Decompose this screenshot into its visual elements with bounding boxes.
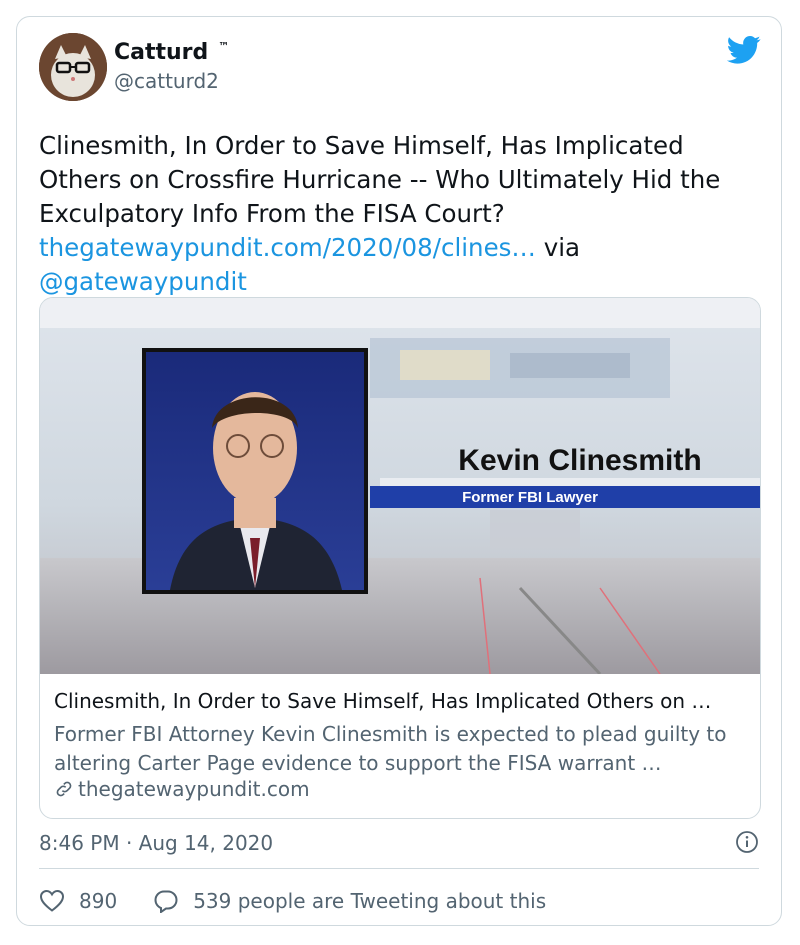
display-name[interactable]: Catturd ™ <box>114 40 229 65</box>
heart-icon <box>39 889 65 912</box>
link-icon <box>56 781 72 797</box>
tweet-text: Clinesmith, In Order to Save Himself, Ha… <box>39 131 721 228</box>
info-icon[interactable] <box>735 830 759 854</box>
tweet-card: Catturd ™ @catturd2 Clinesmith, In Order … <box>16 16 782 926</box>
link-preview-card[interactable]: Kevin Clinesmith Former FBI Lawyer Cline… <box>39 297 761 819</box>
like-count: 890 <box>79 889 118 913</box>
link-card-domain-row[interactable]: thegatewaypundit.com <box>54 777 310 801</box>
link-preview-image: Kevin Clinesmith Former FBI Lawyer <box>40 298 760 674</box>
mention-link[interactable]: @gatewaypundit <box>39 267 247 296</box>
via-text: via <box>543 233 581 262</box>
tweet-timestamp[interactable]: 8:46 PM · Aug 14, 2020 <box>39 831 273 855</box>
tweet-link[interactable]: thegatewaypundit.com/2020/08/clines… <box>39 233 536 262</box>
speech-bubble-icon <box>154 890 178 913</box>
conversation-button[interactable]: 539 people are Tweeting about this <box>153 889 546 913</box>
link-card-title[interactable]: Clinesmith, In Order to Save Himself, Ha… <box>54 689 748 713</box>
user-handle[interactable]: @catturd2 <box>114 69 219 93</box>
link-card-domain: thegatewaypundit.com <box>78 777 310 801</box>
trademark-symbol: ™ <box>218 40 230 53</box>
avatar[interactable] <box>39 33 107 101</box>
like-button[interactable]: 890 <box>39 889 117 913</box>
divider <box>39 868 759 869</box>
twitter-bird-icon[interactable] <box>727 35 761 65</box>
display-name-text: Catturd <box>114 40 209 65</box>
action-bar: 890 539 people are Tweeting about this <box>39 883 546 919</box>
image-caption-subtitle: Former FBI Lawyer <box>462 489 598 506</box>
link-card-description: Former FBI Attorney Kevin Clinesmith is … <box>54 722 727 775</box>
tweet-body: Clinesmith, In Order to Save Himself, Ha… <box>39 129 759 299</box>
conversation-text: 539 people are Tweeting about this <box>193 889 547 913</box>
image-caption-name: Kevin Clinesmith <box>458 444 701 477</box>
